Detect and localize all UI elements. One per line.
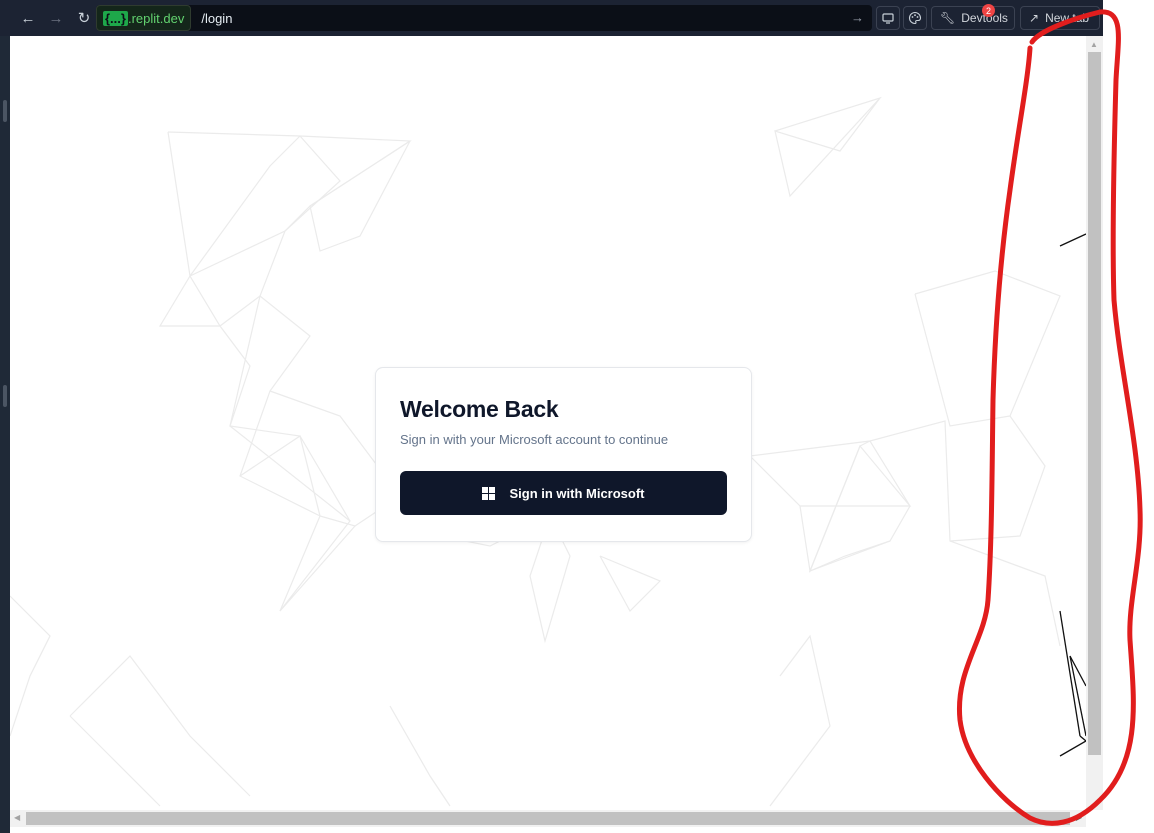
scroll-right-icon[interactable]: ▶ — [1076, 813, 1082, 822]
new-tab-button[interactable]: ↗ New tab — [1020, 6, 1100, 30]
wrench-icon: 🔧︎ — [940, 11, 956, 25]
horizontal-scrollbar[interactable]: ◀ ▶ — [10, 810, 1086, 827]
devtools-badge: 2 — [982, 4, 995, 17]
url-domain-suffix: .replit.dev — [127, 10, 185, 26]
login-subtitle: Sign in with your Microsoft account to c… — [400, 432, 669, 447]
new-tab-label: New tab — [1045, 11, 1090, 25]
editor-left-edge — [0, 0, 10, 833]
monitor-icon[interactable] — [876, 6, 900, 30]
url-domain-prefix: {...} — [103, 10, 128, 26]
sign-in-button-label: Sign in with Microsoft — [509, 485, 645, 501]
vertical-scrollbar[interactable]: ▲ — [1086, 36, 1103, 810]
url-path[interactable]: /login — [201, 11, 232, 26]
page-viewport: Welcome Back Sign in with your Microsoft… — [10, 36, 1086, 810]
login-title: Welcome Back — [400, 396, 559, 422]
reload-icon[interactable]: ↻ — [70, 4, 98, 32]
url-domain[interactable]: {...} .replit.dev — [96, 5, 192, 31]
external-link-icon: ↗ — [1029, 11, 1040, 25]
resize-handle[interactable] — [3, 100, 7, 122]
scroll-left-icon[interactable]: ◀ — [14, 813, 20, 822]
login-card: Welcome Back Sign in with your Microsoft… — [375, 367, 752, 542]
resize-handle[interactable] — [3, 385, 7, 407]
arrow-left-icon[interactable]: ← — [14, 4, 42, 32]
devtools-button[interactable]: 🔧︎ Devtools 2 — [931, 4, 1015, 30]
url-bar[interactable]: {...} .replit.dev /login → — [96, 5, 872, 31]
palette-icon[interactable] — [903, 6, 927, 30]
windows-logo-icon — [482, 486, 496, 500]
scroll-up-icon[interactable]: ▲ — [1090, 40, 1098, 49]
go-arrow-icon[interactable]: → — [851, 10, 864, 25]
horizontal-scroll-thumb[interactable] — [26, 812, 1070, 825]
arrow-right-icon[interactable]: → — [42, 4, 70, 32]
sign-in-microsoft-button[interactable]: Sign in with Microsoft — [400, 471, 727, 515]
vertical-scroll-thumb[interactable] — [1088, 52, 1101, 755]
